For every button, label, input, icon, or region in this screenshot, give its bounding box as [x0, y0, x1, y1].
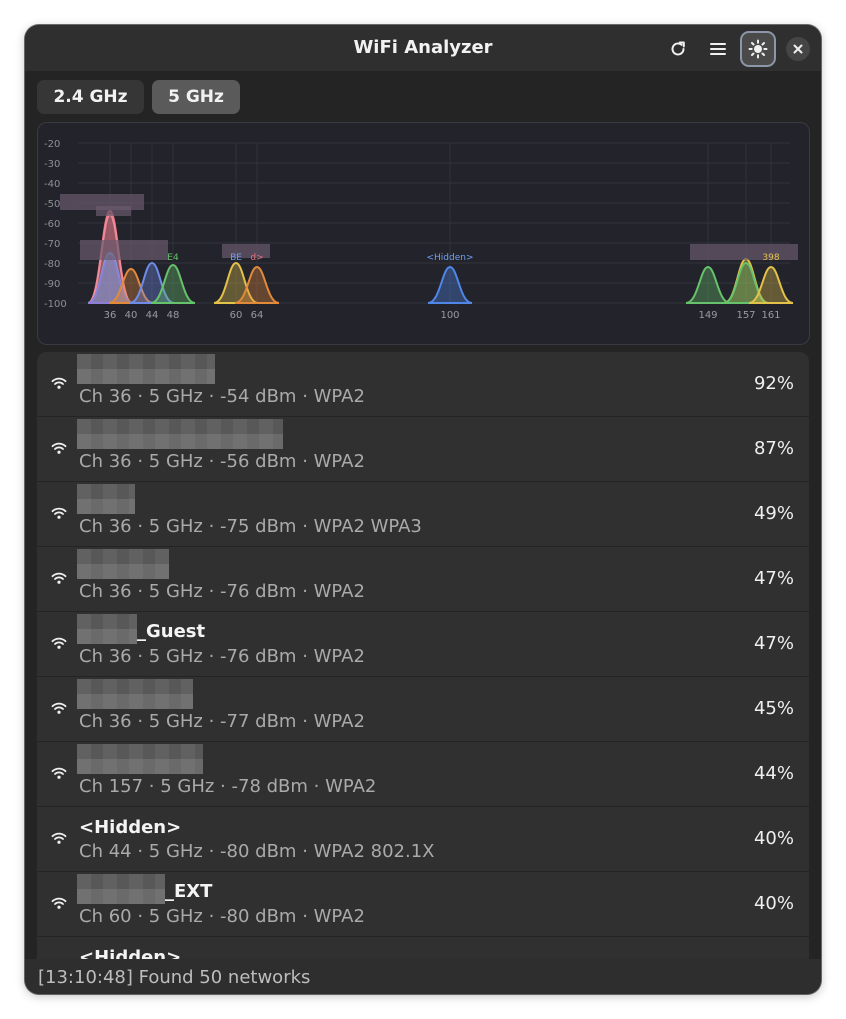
network-row[interactable]: Ch 36 · 5 GHz · -56 dBm · WPA2 87%	[37, 417, 809, 482]
network-ssid: <Hidden>	[79, 817, 182, 838]
network-list[interactable]: Ch 36 · 5 GHz · -54 dBm · WPA2 92% Ch 36 …	[37, 352, 809, 959]
ssid-redacted	[77, 354, 215, 384]
network-row[interactable]: Ch 36 · 5 GHz · -76 dBm · WPA2 47%	[37, 547, 809, 612]
signal-strength: 47%	[753, 568, 794, 589]
y-tick-label: -70	[44, 239, 60, 250]
y-tick-label: -30	[44, 159, 60, 170]
wifi-signal-icon	[51, 702, 67, 714]
network-row[interactable]: <Hidden> Ch 44 · 5 GHz · -80 dBm · WPA2 8…	[37, 807, 809, 872]
signal-strength: 40%	[753, 893, 794, 914]
x-tick-label: 36	[104, 310, 117, 321]
network-row[interactable]: _EXT Ch 60 · 5 GHz · -80 dBm · WPA2 40%	[37, 872, 809, 937]
network-details: Ch 36 · 5 GHz · -75 dBm · WPA2 WPA3	[79, 516, 422, 537]
network-details: Ch 157 · 5 GHz · -78 dBm · WPA2	[79, 776, 377, 797]
x-tick-label: 157	[736, 310, 755, 321]
wifi-signal-icon	[51, 767, 67, 779]
ssid-redacted	[77, 549, 169, 579]
network-details: Ch 36 · 5 GHz · -76 dBm · WPA2	[79, 646, 365, 667]
network-details: Ch 36 · 5 GHz · -77 dBm · WPA2	[79, 711, 365, 732]
x-tick-label: 149	[698, 310, 717, 321]
signal-strength: 45%	[753, 698, 794, 719]
theme-toggle-button[interactable]	[742, 33, 774, 65]
x-tick-label: 64	[251, 310, 264, 321]
signal-strength: 40%	[753, 828, 794, 849]
title-bar: WiFi Analyzer	[25, 25, 821, 71]
network-details: Ch 36 · 5 GHz · -76 dBm · WPA2	[79, 581, 365, 602]
network-row[interactable]: _Guest Ch 36 · 5 GHz · -76 dBm · WPA2 47%	[37, 612, 809, 677]
ssid-redacted	[77, 744, 203, 774]
tab-5-ghz[interactable]: 5 GHz	[152, 80, 240, 114]
signal-strength: 87%	[753, 438, 794, 459]
network-ssid-suffix: _EXT	[165, 881, 213, 902]
network-ssid-suffix: _Guest	[137, 621, 206, 642]
network-row[interactable]: Ch 36 · 5 GHz · -77 dBm · WPA2 45%	[37, 677, 809, 742]
network-curve[interactable]	[685, 265, 731, 304]
menu-button[interactable]	[702, 33, 734, 65]
channel-chart: -20 -30 -40 -50 -60 -70 -80 -90 -100 36 40 44 48 60 64…	[44, 139, 798, 321]
y-tick-label: -80	[44, 259, 60, 270]
refresh-button[interactable]	[662, 33, 694, 65]
x-tick-label: 44	[146, 310, 159, 321]
wifi-signal-icon	[51, 572, 67, 584]
ssid-redacted	[77, 419, 283, 449]
network-row[interactable]: Ch 36 · 5 GHz · -75 dBm · WPA2 WPA3 49%	[37, 482, 809, 547]
ssid-redacted	[77, 874, 165, 904]
y-tick-label: -90	[44, 279, 60, 290]
wifi-signal-icon	[51, 442, 67, 454]
signal-strength: 44%	[753, 763, 794, 784]
network-ssid: <Hidden>	[79, 947, 182, 959]
tab-2-4-ghz[interactable]: 2.4 GHz	[37, 80, 144, 114]
redacted-label	[96, 206, 131, 216]
x-tick-label: 48	[167, 310, 180, 321]
network-curve[interactable]	[427, 265, 473, 304]
signal-strength: 47%	[753, 633, 794, 654]
menu-icon	[710, 43, 726, 55]
x-tick-label: 60	[230, 310, 243, 321]
x-tick-label: 161	[761, 310, 780, 321]
status-text: [13:10:48] Found 50 networks	[38, 967, 311, 988]
redacted-label	[690, 244, 798, 260]
network-row[interactable]: Ch 157 · 5 GHz · -78 dBm · WPA2 44%	[37, 742, 809, 807]
network-details: Ch 60 · 5 GHz · -80 dBm · WPA2	[79, 906, 365, 927]
network-label: <Hidden>	[426, 253, 473, 263]
channel-graph: -20 -30 -40 -50 -60 -70 -80 -90 -100 36 40 44 48 60 64…	[37, 122, 810, 345]
network-row[interactable]: <Hidden>	[37, 937, 809, 959]
network-row[interactable]: Ch 36 · 5 GHz · -54 dBm · WPA2 92%	[37, 352, 809, 417]
x-tick-label: 40	[125, 310, 138, 321]
x-tick-label: 100	[440, 310, 459, 321]
network-label: d>	[250, 253, 263, 263]
refresh-icon	[671, 41, 685, 56]
wifi-signal-icon	[51, 507, 67, 519]
redacted-label	[80, 240, 168, 260]
app-window: WiFi Analyzer 2.4 GHz 5 GHz -20 -30 -40 …	[25, 25, 821, 994]
wifi-signal-icon	[51, 897, 67, 909]
close-icon	[793, 44, 803, 54]
y-tick-label: -20	[44, 139, 60, 150]
brightness-icon	[748, 39, 768, 59]
network-label: 398	[762, 253, 779, 263]
y-tick-label: -60	[44, 219, 60, 230]
network-label: BE	[230, 253, 242, 263]
status-bar: [13:10:48] Found 50 networks	[25, 959, 821, 994]
network-label: E4	[167, 253, 179, 263]
wifi-signal-icon	[51, 832, 67, 844]
y-tick-label: -40	[44, 179, 60, 190]
network-details: Ch 36 · 5 GHz · -56 dBm · WPA2	[79, 451, 365, 472]
close-button[interactable]	[786, 37, 810, 61]
ssid-redacted	[77, 484, 135, 514]
network-details: Ch 44 · 5 GHz · -80 dBm · WPA2 802.1X	[79, 841, 435, 862]
signal-strength: 49%	[753, 503, 794, 524]
ssid-redacted	[77, 614, 137, 644]
ssid-redacted	[77, 679, 193, 709]
wifi-signal-icon	[51, 377, 67, 389]
y-tick-label: -50	[44, 199, 60, 210]
y-tick-label: -100	[44, 299, 67, 310]
wifi-signal-icon	[51, 637, 67, 649]
network-details: Ch 36 · 5 GHz · -54 dBm · WPA2	[79, 386, 365, 407]
signal-strength: 92%	[753, 373, 794, 394]
